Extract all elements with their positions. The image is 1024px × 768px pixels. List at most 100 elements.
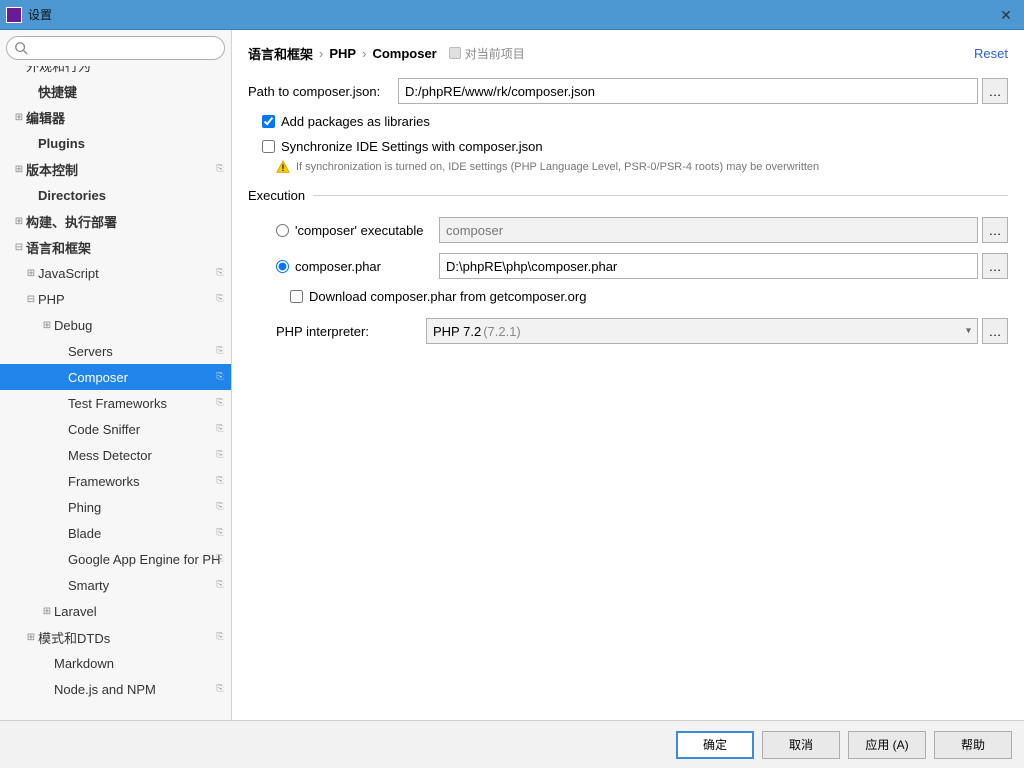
project-scope-icon: ⎘	[213, 551, 227, 565]
configure-interpreter-button[interactable]: …	[982, 318, 1008, 344]
project-scope-icon: ⎘	[213, 291, 227, 305]
interpreter-version: (7.2.1)	[483, 324, 521, 339]
project-scope-icon: ⎘	[213, 421, 227, 435]
project-scope-icon: ⎘	[213, 629, 227, 643]
tree-item-node-js-and-npm[interactable]: Node.js and NPM⎘	[0, 676, 231, 702]
project-scope-icon: ⎘	[213, 681, 227, 695]
sync-warning-text: If synchronization is turned on, IDE set…	[296, 161, 819, 173]
tree-item-google-app-engine-for-ph[interactable]: Google App Engine for PH⎘	[0, 546, 231, 572]
tree-item-mess-detector[interactable]: Mess Detector⎘	[0, 442, 231, 468]
composer-phar-label: composer.phar	[295, 259, 439, 274]
help-button[interactable]: 帮助	[934, 731, 1012, 759]
tree-item-frameworks[interactable]: Frameworks⎘	[0, 468, 231, 494]
composer-phar-input[interactable]	[439, 253, 978, 279]
breadcrumb-current: Composer	[372, 46, 436, 61]
tree-item-label: JavaScript	[38, 266, 231, 281]
execution-section-title: Execution	[248, 188, 305, 203]
tree-toggle-icon[interactable]: ⊟	[24, 294, 38, 305]
download-phar-checkbox[interactable]	[290, 290, 303, 303]
chevron-right-icon: ›	[319, 46, 323, 61]
php-interpreter-select[interactable]: PHP 7.2 (7.2.1) ▾	[426, 318, 978, 344]
tree-item-label: Directories	[38, 188, 231, 203]
warning-icon	[276, 160, 290, 174]
project-scope-icon: ⎘	[213, 473, 227, 487]
project-scope-icon: ⎘	[213, 369, 227, 383]
download-phar-label: Download composer.phar from getcomposer.…	[309, 289, 586, 304]
tree-toggle-icon[interactable]: ⊟	[12, 242, 26, 253]
interpreter-label: PHP interpreter:	[276, 324, 426, 339]
cancel-button[interactable]: 取消	[762, 731, 840, 759]
browse-path-button[interactable]: …	[982, 78, 1008, 104]
close-icon[interactable]: ✕	[992, 4, 1020, 26]
tree-item-label: Frameworks	[68, 474, 231, 489]
tree-item-directories[interactable]: Directories	[0, 182, 231, 208]
tree-item-code-sniffer[interactable]: Code Sniffer⎘	[0, 416, 231, 442]
sync-settings-checkbox[interactable]	[262, 140, 275, 153]
add-packages-label: Add packages as libraries	[281, 114, 430, 129]
tree-toggle-icon[interactable]: ⊞	[24, 268, 38, 279]
project-scope-icon: ⎘	[213, 265, 227, 279]
ok-button[interactable]: 确定	[676, 731, 754, 759]
tree-item--[interactable]: 快捷键	[0, 78, 231, 104]
composer-executable-radio[interactable]	[276, 224, 289, 237]
tree-item-label: Laravel	[54, 604, 231, 619]
tree-item--dtds[interactable]: ⊞模式和DTDs⎘	[0, 624, 231, 650]
chevron-right-icon: ›	[362, 46, 366, 61]
tree-item-label: Google App Engine for PH	[68, 552, 231, 567]
browse-executable-button[interactable]: …	[982, 217, 1008, 243]
browse-phar-button[interactable]: …	[982, 253, 1008, 279]
composer-json-path-input[interactable]	[398, 78, 978, 104]
apply-button[interactable]: 应用 (A)	[848, 731, 926, 759]
tree-item-blade[interactable]: Blade⎘	[0, 520, 231, 546]
tree-item-composer[interactable]: Composer⎘	[0, 364, 231, 390]
project-scope-icon: ⎘	[213, 161, 227, 175]
add-packages-checkbox[interactable]	[262, 115, 275, 128]
tree-toggle-icon[interactable]: ⊞	[12, 164, 26, 175]
breadcrumb-root[interactable]: 语言和框架	[248, 44, 313, 63]
header: 语言和框架 › PHP › Composer 对当前项目 Reset	[232, 30, 1024, 68]
tree-item-label: 快捷键	[38, 82, 231, 101]
chevron-down-icon: ▾	[966, 326, 971, 337]
tree-toggle-icon[interactable]: ⊞	[40, 320, 54, 331]
path-label: Path to composer.json:	[248, 84, 398, 99]
search-input[interactable]	[6, 36, 225, 60]
tree-item-phing[interactable]: Phing⎘	[0, 494, 231, 520]
tree-item-plugins[interactable]: Plugins	[0, 130, 231, 156]
sync-settings-label: Synchronize IDE Settings with composer.j…	[281, 139, 543, 154]
tree-toggle-icon[interactable]: ⊞	[24, 632, 38, 643]
tree-item--[interactable]: ⊞构建、执行部署	[0, 208, 231, 234]
scope-icon	[449, 47, 461, 59]
tree-item-smarty[interactable]: Smarty⎘	[0, 572, 231, 598]
tree-item-label: 构建、执行部署	[26, 212, 231, 231]
tree-item-label: Node.js and NPM	[54, 682, 231, 697]
composer-executable-input	[439, 217, 978, 243]
tree-item-servers[interactable]: Servers⎘	[0, 338, 231, 364]
tree-item--[interactable]: ⊞版本控制⎘	[0, 156, 231, 182]
tree-item-laravel[interactable]: ⊞Laravel	[0, 598, 231, 624]
window-title: 设置	[28, 6, 52, 23]
tree-toggle-icon[interactable]: ⊞	[40, 606, 54, 617]
tree-item-javascript[interactable]: ⊞JavaScript⎘	[0, 260, 231, 286]
tree-item-label: 语言和框架	[26, 238, 231, 257]
search-wrap	[0, 30, 231, 66]
tree-toggle-icon[interactable]: ⊞	[12, 112, 26, 123]
tree-item-label: Mess Detector	[68, 448, 231, 463]
tree-item-markdown[interactable]: Markdown	[0, 650, 231, 676]
tree-item--[interactable]: ⊞编辑器	[0, 104, 231, 130]
tree-toggle-icon[interactable]: ⊞	[12, 216, 26, 227]
reset-link[interactable]: Reset	[974, 46, 1008, 61]
interpreter-name: PHP 7.2	[433, 324, 481, 339]
divider	[313, 195, 1008, 196]
tree-item-debug[interactable]: ⊞Debug	[0, 312, 231, 338]
tree-item--[interactable]: 外观和行为	[0, 66, 231, 78]
tree-item-test-frameworks[interactable]: Test Frameworks⎘	[0, 390, 231, 416]
breadcrumb-php[interactable]: PHP	[329, 46, 356, 61]
tree-item-php[interactable]: ⊟PHP⎘	[0, 286, 231, 312]
tree-item--[interactable]: ⊟语言和框架	[0, 234, 231, 260]
tree-item-label: Servers	[68, 344, 231, 359]
project-scope-icon: ⎘	[213, 343, 227, 357]
project-scope-icon: ⎘	[213, 395, 227, 409]
composer-phar-radio[interactable]	[276, 260, 289, 273]
tree-item-label: PHP	[38, 292, 231, 307]
search-icon	[14, 41, 28, 55]
